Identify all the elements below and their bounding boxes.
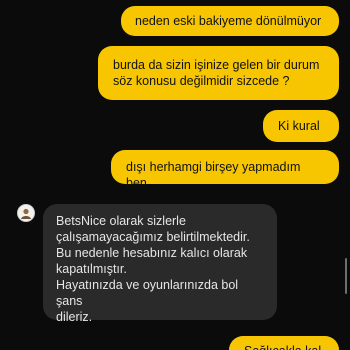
scrollbar[interactable]: [345, 258, 347, 294]
agent-avatar-icon: [17, 204, 35, 222]
agent-message-bubble[interactable]: BetsNice olarak sizlerle çalışamayacağım…: [43, 204, 277, 324]
chat-thread[interactable]: neden eski bakiyeme dönülmüyor burda da …: [0, 0, 350, 350]
user-message-bubble[interactable]: dışı herhamgi birşey yapmadım ben: [111, 150, 339, 190]
user-message-bubble[interactable]: burda da sizin işinize gelen bir durum s…: [98, 46, 339, 100]
user-message-bubble[interactable]: Ki kural: [263, 110, 339, 142]
user-message-bubble[interactable]: Sağlıcakla kal: [229, 336, 339, 350]
user-message-bubble[interactable]: neden eski bakiyeme dönülmüyor: [121, 6, 339, 36]
